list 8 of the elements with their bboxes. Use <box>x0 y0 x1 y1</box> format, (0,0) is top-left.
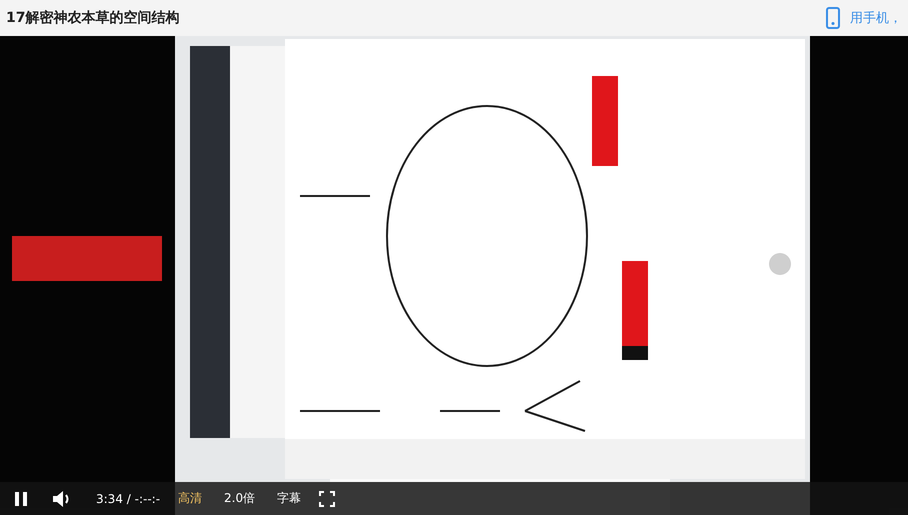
speed-button[interactable]: 2.0倍 <box>220 490 260 507</box>
subtitles-button[interactable]: 字幕 <box>273 490 306 507</box>
page-title: 17解密神农本草的空间结构 <box>6 9 180 27</box>
fullscreen-button[interactable] <box>319 490 336 506</box>
phone-icon <box>826 7 840 29</box>
time-display: 3:34 / -:--:- <box>96 492 160 506</box>
pause-button[interactable] <box>14 490 28 506</box>
quality-button[interactable]: 高清 <box>174 490 206 507</box>
